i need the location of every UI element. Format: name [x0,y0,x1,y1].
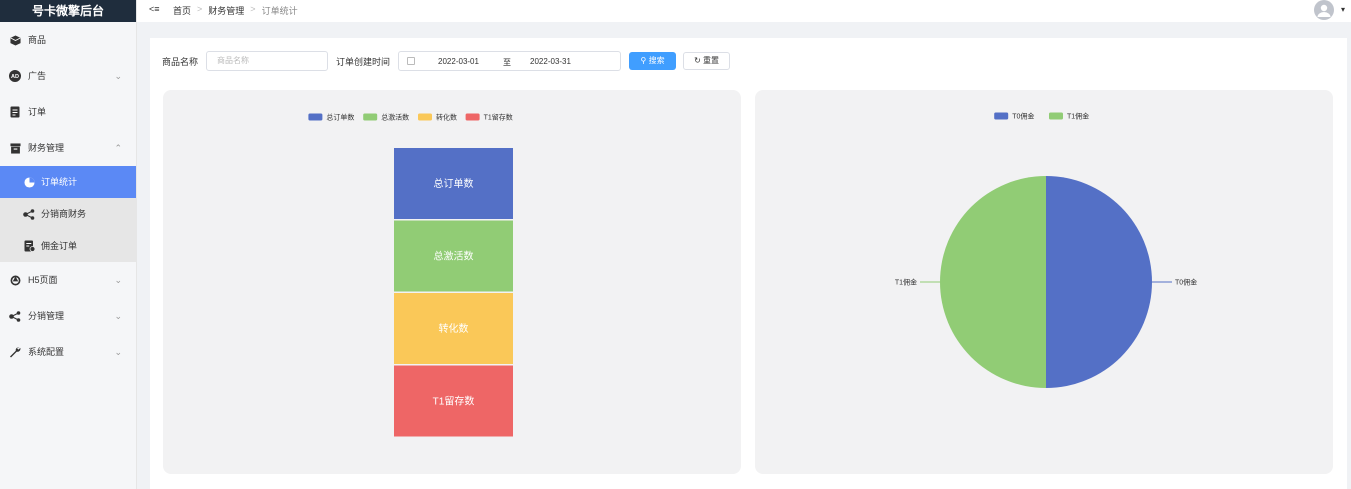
sidebar-item-label: 财务管理 [28,143,65,153]
archive-icon [9,142,21,154]
chevron-up-icon: ⌃ [114,143,122,153]
sidebar-item-system-config[interactable]: 系统配置 ⌄ [0,334,136,370]
sidebar-item-label: H5页面 [28,275,58,285]
date-range-picker[interactable]: 2022-03-01 至 2022-03-31 [398,51,622,71]
chevron-down-icon: ⌄ [114,311,122,321]
invoice-icon [23,240,35,252]
sidebar-item-orders[interactable]: 订单 [0,94,136,130]
legend-item[interactable]: T1留存数 [465,113,513,122]
caret-down-icon[interactable]: ▾ [1341,5,1345,14]
funnel-chart-panel: 总订单数 总激活数 转化数 T1留存数 总订单数 总激活数 转化数 T1留存数 [163,90,741,474]
cube-icon [9,34,21,46]
search-button-label: 搜索 [648,56,665,65]
legend-swatch [308,113,323,121]
breadcrumb-home[interactable]: 首页 [173,4,191,17]
sidebar-item-goods[interactable]: 商品 [0,22,136,58]
sidebar-item-h5-pages[interactable]: H5页面 ⌄ [0,262,136,298]
breadcrumb-separator: > [197,4,203,14]
date-end[interactable]: 2022-03-31 [530,57,571,66]
legend-item[interactable]: 总激活数 [363,113,409,122]
brand-title: 号卡微擎后台 [0,0,136,22]
sidebar-item-ads[interactable]: AD 广告 ⌄ [0,58,136,94]
chevron-down-icon: ⌄ [114,71,122,81]
legend-item[interactable]: T0佣金 [994,112,1034,121]
calendar-icon [407,57,416,65]
sidebar-menu-lower: H5页面 ⌄ 分销管理 ⌄ 系统配置 ⌄ [0,262,136,370]
legend-label: 总激活数 [381,113,409,122]
funnel-segment-label: 总订单数 [434,177,474,190]
pie-chart-panel: T0佣金 T1佣金 T0佣金 T1佣金 [755,90,1333,474]
wrench-icon [9,346,21,358]
top-bar: <≡ 首页 > 财务管理 > 订单统计 ▾ [137,0,1351,22]
funnel-segment-label: 总激活数 [434,250,474,263]
legend-item[interactable]: T1佣金 [1049,112,1089,121]
search-button[interactable]: ⚲ 搜索 [629,52,677,70]
search-icon: ⚲ [640,56,647,65]
legend-label: 转化数 [436,113,457,122]
sidebar-item-label: 广告 [28,71,47,81]
pie-slice-label: T1佣金 [895,278,917,287]
legend-label: 总订单数 [326,113,354,122]
sidebar-item-order-stats[interactable]: 订单统计 [0,166,136,198]
pie-slice[interactable] [1046,176,1152,388]
pie-slice-label: T0佣金 [1175,278,1197,287]
legend-swatch [1049,112,1063,120]
pie-chart: T0佣金 T1佣金 T0佣金 T1佣金 [895,112,1197,388]
pie-slice[interactable] [940,176,1046,388]
collapse-sidebar-button[interactable]: <≡ [149,4,160,14]
avatar[interactable] [1314,0,1334,20]
funnel-segment-label: T1留存数 [433,395,475,408]
sidebar-item-label: 商品 [28,35,47,45]
legend-label: T1佣金 [1067,112,1089,121]
sidebar-item-label: 分销管理 [28,311,65,321]
legend-swatch [418,113,432,121]
order-date-label: 订单创建时间 [336,56,391,67]
legend-swatch [465,113,480,121]
product-name-label: 商品名称 [162,56,199,67]
sidebar-item-distributor-finance[interactable]: 分销商财务 [0,198,136,230]
breadcrumb-finance[interactable]: 财务管理 [208,4,244,17]
refresh-icon: ↻ [694,56,701,65]
funnel-segment-label: 转化数 [439,322,469,335]
breadcrumb: 首页 > 财务管理 > 订单统计 [173,4,298,17]
date-start[interactable]: 2022-03-01 [438,57,479,66]
sidebar-item-label: 订单统计 [41,177,78,187]
breadcrumb-separator: > [250,4,256,14]
chevron-down-icon: ⌄ [114,347,122,357]
legend-item[interactable]: 转化数 [418,113,457,122]
legend-label: T0佣金 [1012,112,1034,121]
funnel-chart: 总订单数 总激活数 转化数 T1留存数总订单数总激活数转化数T1留存数 [308,113,513,437]
sidebar-item-label: 佣金订单 [41,241,78,251]
breadcrumb-current: 订单统计 [261,6,298,16]
chevron-down-icon: ⌄ [114,275,122,285]
legend-label: T1留存数 [484,113,513,122]
document-icon [9,106,21,118]
legend-swatch [363,113,378,121]
sidebar-item-finance[interactable]: 财务管理 ⌃ [0,130,136,166]
sidebar-item-label: 系统配置 [28,347,65,357]
sidebar: 号卡微擎后台 商品 AD 广告 ⌄ 订单 财务管理 ⌃ 订单统计 分销商财务 佣… [0,0,137,489]
share-icon [9,310,21,322]
reset-button[interactable]: ↻ 重置 [683,52,731,70]
legend-swatch [994,112,1009,120]
main-content: 商品名称 商品名称 订单创建时间 2022-03-01 至 2022-03-31… [150,38,1347,489]
sidebar-item-distribution[interactable]: 分销管理 ⌄ [0,298,136,334]
html5-icon [9,274,21,286]
pie-icon [23,176,35,188]
sidebar-item-label: 订单 [28,107,47,117]
sidebar-item-label: 分销商财务 [41,209,87,219]
ad-icon: AD [9,70,21,82]
search-form: 商品名称 商品名称 订单创建时间 2022-03-01 至 2022-03-31… [162,51,731,71]
reset-button-label: 重置 [703,56,719,65]
user-icon [1317,4,1331,17]
legend-item[interactable]: 总订单数 [308,113,354,122]
sidebar-menu: 商品 AD 广告 ⌄ 订单 财务管理 ⌃ [0,22,136,166]
finance-submenu: 订单统计 分销商财务 佣金订单 [0,166,136,262]
date-separator: 至 [503,58,512,67]
svg-text:AD: AD [11,74,19,80]
sidebar-item-commission-orders[interactable]: 佣金订单 [0,230,136,262]
share-icon [23,208,35,220]
product-name-input[interactable]: 商品名称 [206,51,329,71]
